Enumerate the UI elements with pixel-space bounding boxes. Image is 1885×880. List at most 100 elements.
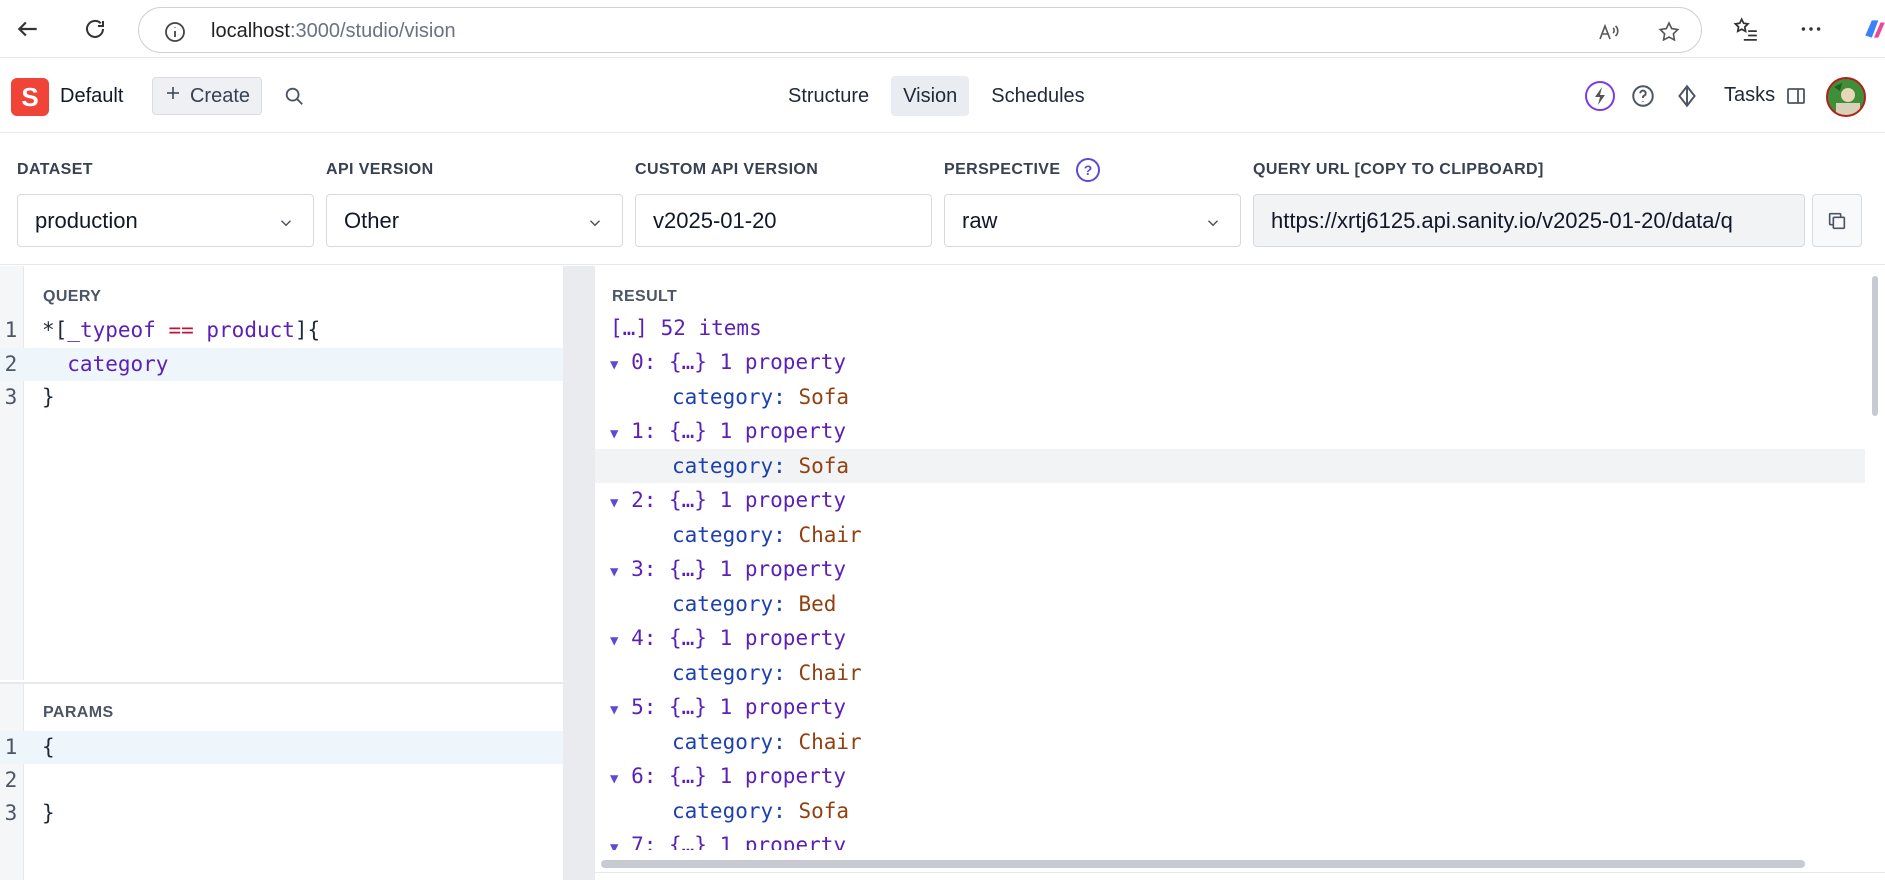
caret-down-icon[interactable]: ▼	[610, 702, 618, 718]
info-icon[interactable]	[163, 20, 187, 44]
dataset-select[interactable]: production	[17, 194, 314, 247]
tasks-button[interactable]: Tasks	[1724, 84, 1775, 107]
result-item-row[interactable]: category: Chair	[595, 518, 1865, 552]
result-item-text: 2: {…} 1 property	[631, 488, 847, 512]
caret-down-icon[interactable]: ▼	[610, 771, 618, 787]
code-token: {	[42, 735, 55, 759]
chevron-down-icon	[277, 212, 295, 230]
tab-vision[interactable]: Vision	[891, 76, 970, 116]
result-key: category:	[672, 730, 786, 754]
result-item-text: 0: {…} 1 property	[631, 350, 847, 374]
code-token: category	[42, 352, 169, 376]
help-icon[interactable]	[1627, 80, 1659, 112]
perspective-label: PERSPECTIVE	[944, 161, 1061, 178]
api-version-value: Other	[344, 207, 400, 233]
line-number: 3	[4, 801, 18, 825]
result-value: Chair	[798, 523, 862, 547]
code-line[interactable]: 3 }	[0, 797, 563, 830]
result-item-row[interactable]: category: Sofa	[595, 449, 1865, 483]
result-item-header[interactable]: ▼ 0: {…} 1 property	[610, 345, 1880, 379]
line-number: 2	[4, 352, 18, 376]
create-label: Create	[189, 84, 251, 107]
favorite-star-icon[interactable]	[1655, 18, 1683, 46]
notifications-icon[interactable]	[1671, 80, 1703, 112]
result-summary-text: […] 52 items	[610, 316, 762, 340]
tab-schedules[interactable]: Schedules	[979, 76, 1096, 116]
code-line[interactable]: 2 category	[0, 348, 563, 381]
result-item-header[interactable]: ▼ 7: {…} 1 property	[610, 828, 1880, 850]
query-editor[interactable]: QUERY 1 *[_typeof == product]{ 2 categor…	[0, 266, 563, 680]
result-item-row[interactable]: category: Sofa	[595, 380, 1865, 414]
studio-header: S Default Create Structure Vision Schedu…	[0, 58, 1885, 133]
query-url-label[interactable]: QUERY URL [COPY TO CLIPBOARD]	[1253, 161, 1544, 179]
line-number: 1	[4, 318, 18, 342]
pane-splitter[interactable]	[563, 266, 595, 880]
refresh-icon[interactable]	[77, 11, 113, 47]
result-item-row[interactable]: category: Bed	[595, 587, 1865, 621]
result-key: category:	[672, 454, 786, 478]
result-item-text: 4: {…} 1 property	[631, 626, 847, 650]
workspace-name[interactable]: Default	[60, 85, 123, 108]
address-bar[interactable]: localhost:3000/studio/vision	[138, 7, 1702, 53]
copy-icon[interactable]	[1812, 194, 1862, 247]
code-token: _typeof	[67, 318, 156, 342]
studio-logo[interactable]: S	[11, 78, 49, 116]
result-panel: RESULT […] 52 items ▼ 0: {…} 1 property …	[595, 266, 1885, 880]
horizontal-scrollbar[interactable]	[601, 860, 1805, 868]
result-value: Chair	[798, 661, 862, 685]
code-line[interactable]: 1 *[_typeof == product]{	[0, 314, 563, 347]
lightning-icon[interactable]	[1584, 80, 1616, 112]
result-value: Chair	[798, 730, 862, 754]
plus-icon	[164, 84, 182, 108]
result-item-row[interactable]: category: Sofa	[595, 794, 1865, 828]
caret-down-icon[interactable]: ▼	[610, 633, 618, 649]
result-item-header[interactable]: ▼ 5: {…} 1 property	[610, 690, 1880, 724]
result-item-header[interactable]: ▼ 2: {…} 1 property	[610, 483, 1880, 517]
caret-down-icon[interactable]: ▼	[610, 426, 618, 442]
caret-down-icon[interactable]: ▼	[610, 357, 618, 373]
create-button[interactable]: Create	[152, 77, 262, 115]
vision-controls: DATASET production API VERSION Other CUS…	[0, 133, 1885, 265]
params-editor[interactable]: PARAMS 1 { 2 3 }	[0, 682, 563, 880]
result-item-row[interactable]: category: Chair	[595, 656, 1865, 690]
user-avatar[interactable]	[1826, 77, 1866, 117]
result-item-header[interactable]: ▼ 6: {…} 1 property	[610, 759, 1880, 793]
tool-tabs: Structure Vision Schedules	[776, 76, 1097, 116]
panel-toggle-icon[interactable]	[1780, 80, 1812, 112]
code-line[interactable]: 2	[0, 764, 563, 797]
result-label: RESULT	[612, 288, 678, 305]
result-value: Sofa	[798, 799, 850, 823]
caret-down-icon[interactable]: ▼	[610, 564, 618, 580]
code-token: product	[206, 318, 295, 342]
copilot-icon[interactable]	[1858, 13, 1885, 45]
chevron-down-icon	[1204, 212, 1222, 230]
back-icon[interactable]	[10, 11, 46, 47]
result-item-row[interactable]: category: Chair	[595, 725, 1865, 759]
result-value: Bed	[798, 592, 837, 616]
more-options-icon[interactable]	[1795, 13, 1827, 45]
result-item-header[interactable]: ▼ 3: {…} 1 property	[610, 552, 1880, 586]
code-line[interactable]: 1 {	[0, 731, 563, 764]
query-url-field[interactable]: https://xrtj6125.api.sanity.io/v2025-01-…	[1253, 194, 1805, 247]
code-line[interactable]: 3 }	[0, 381, 563, 414]
custom-api-value: v2025-01-20	[653, 207, 777, 233]
params-label: PARAMS	[43, 704, 114, 721]
custom-api-input[interactable]: v2025-01-20	[635, 194, 932, 247]
browser-toolbar: localhost:3000/studio/vision	[0, 0, 1885, 58]
api-version-select[interactable]: Other	[326, 194, 623, 247]
vertical-scrollbar[interactable]	[1872, 276, 1878, 416]
result-summary[interactable]: […] 52 items	[610, 311, 1880, 345]
caret-down-icon[interactable]: ▼	[610, 840, 618, 850]
favorites-list-icon[interactable]	[1730, 13, 1762, 45]
result-item-header[interactable]: ▼ 1: {…} 1 property	[610, 414, 1880, 448]
perspective-select[interactable]: raw	[944, 194, 1241, 247]
tab-structure[interactable]: Structure	[776, 76, 881, 116]
perspective-help-icon[interactable]: ?	[1076, 158, 1100, 182]
search-icon[interactable]	[280, 82, 308, 110]
line-number: 2	[4, 768, 18, 792]
result-item-header[interactable]: ▼ 4: {…} 1 property	[610, 621, 1880, 655]
result-key: category:	[672, 799, 786, 823]
caret-down-icon[interactable]: ▼	[610, 495, 618, 511]
result-key: category:	[672, 385, 786, 409]
read-aloud-icon[interactable]	[1594, 18, 1622, 46]
